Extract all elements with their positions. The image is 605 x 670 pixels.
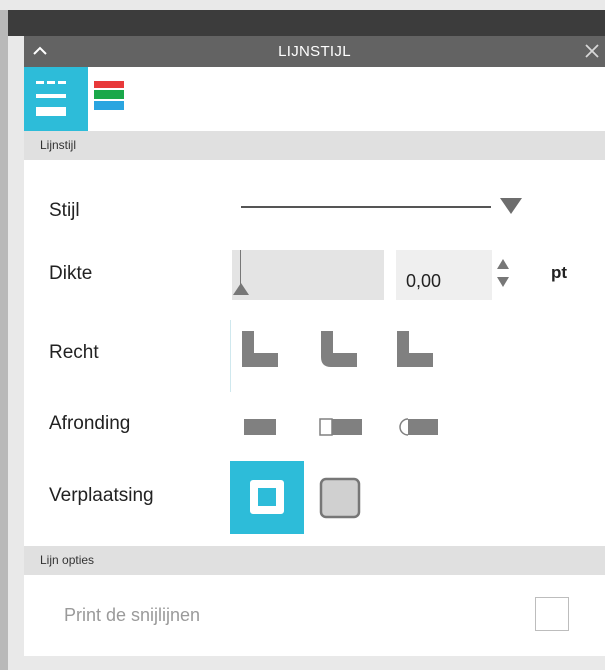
thickness-slider[interactable]: [232, 250, 384, 300]
thickness-input[interactable]: [396, 250, 492, 300]
thickness-unit: pt: [551, 263, 568, 282]
tab-bar: [24, 67, 605, 131]
color-bars-icon: [94, 81, 124, 110]
round-cap-icon[interactable]: [394, 416, 440, 438]
panel-title: LIJNSTIJL: [278, 43, 351, 60]
window-left-border: [0, 10, 8, 670]
slider-thumb[interactable]: [232, 282, 250, 296]
butt-cap-icon[interactable]: [242, 416, 288, 438]
offset-inside-button[interactable]: [230, 461, 304, 534]
close-icon[interactable]: [581, 40, 603, 62]
print-cut-lines-checkbox[interactable]: [535, 597, 569, 631]
tab-line-style[interactable]: [24, 67, 88, 131]
spin-down-icon[interactable]: [496, 276, 510, 288]
print-cut-lines-label: Print de snijlijnen: [64, 605, 201, 625]
line-style-preview[interactable]: [241, 206, 491, 208]
dropdown-arrow-icon[interactable]: [498, 195, 524, 217]
outside-offset-icon: [319, 477, 361, 519]
cap-label: Afronding: [49, 413, 131, 434]
panel-titlebar: LIJNSTIJL: [24, 36, 605, 67]
bevel-join-icon[interactable]: [395, 329, 435, 373]
line-style-icon: [36, 81, 66, 116]
tab-line-color[interactable]: [88, 67, 152, 131]
miter-join-icon[interactable]: [240, 329, 280, 373]
square-cap-icon[interactable]: [318, 416, 364, 438]
section-header-line-style: Lijnstijl: [24, 131, 605, 160]
line-style-panel: LIJNSTIJL Lijnstijl Stijl Dikte 0,00 pt …: [24, 36, 605, 656]
offset-label: Verplaatsing: [49, 485, 154, 506]
style-label: Stijl: [49, 200, 80, 221]
section-header-line-options: Lijn opties: [24, 546, 605, 575]
thickness-label: Dikte: [49, 263, 93, 284]
inside-offset-icon: [248, 478, 286, 516]
round-join-icon[interactable]: [319, 329, 359, 373]
offset-outside-button[interactable]: [306, 461, 380, 534]
top-bar: [0, 10, 605, 36]
spin-up-icon[interactable]: [496, 258, 510, 270]
join-label: Recht: [49, 342, 99, 363]
